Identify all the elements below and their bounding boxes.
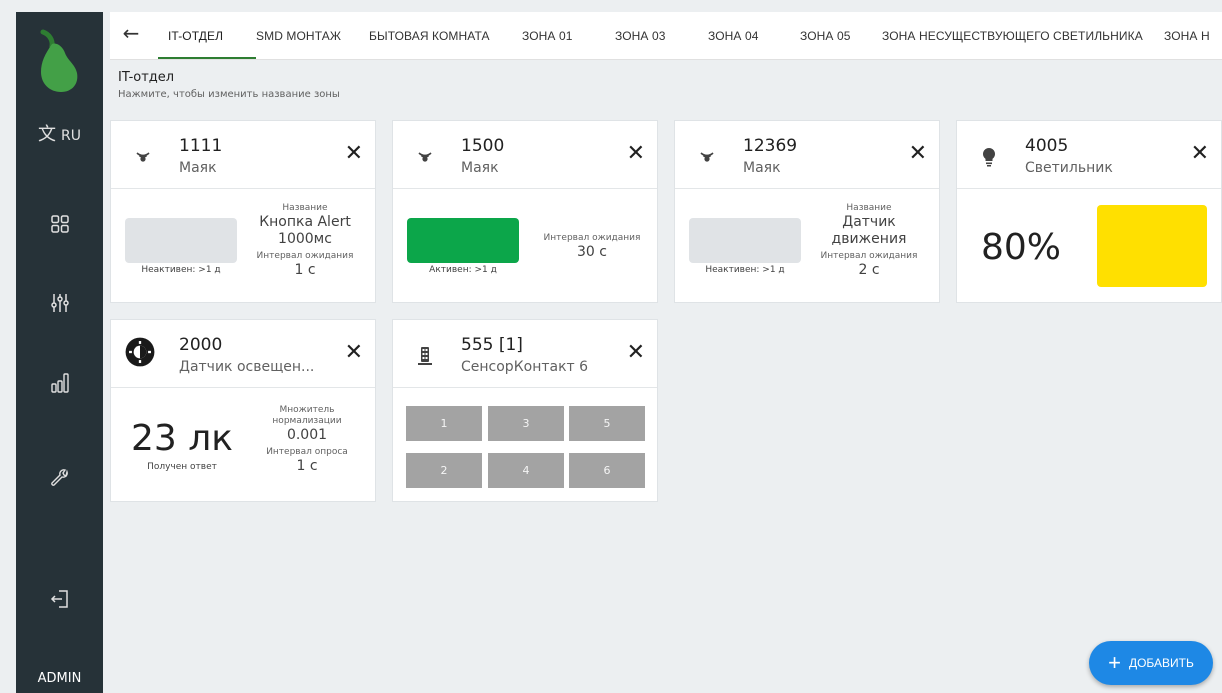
device-card-1500: 1500 Маяк ✕ Активен: >1 д Интервал ожида… xyxy=(392,120,658,303)
device-number: 2000 xyxy=(179,335,223,355)
zone-name[interactable]: IT-отдел xyxy=(118,70,340,85)
close-icon[interactable]: ✕ xyxy=(909,143,927,165)
interval-label: Интервал ожидания xyxy=(256,251,354,261)
name-label: Название xyxy=(282,203,328,213)
multiplier-label-line1: Множитель xyxy=(279,405,335,415)
interval-label: Интервал ожидания xyxy=(820,251,918,261)
light-sensor-icon xyxy=(125,337,155,367)
language-switch[interactable]: 文 RU xyxy=(16,120,103,146)
interval-value: 2 с xyxy=(858,262,880,278)
back-arrow-icon[interactable]: ← xyxy=(120,22,142,44)
beacon-icon xyxy=(136,152,150,162)
device-number: 1500 xyxy=(461,136,505,156)
interval-label: Интервал ожидания xyxy=(543,233,641,243)
params-block: Множитель нормализации 0.001 Интервал оп… xyxy=(251,405,363,475)
zone-tabs: ← IT-ОТДЕЛ SMD МОНТАЖ БЫТОВАЯ КОМНАТА ЗО… xyxy=(110,12,1222,60)
status-indicator xyxy=(689,218,801,263)
name-value-line1: Датчик xyxy=(842,214,896,230)
reply-status: Получен ответ xyxy=(147,462,217,472)
device-type: Маяк xyxy=(743,160,781,176)
add-button[interactable]: + ДОБАВИТЬ xyxy=(1089,641,1213,685)
name-value-line2: 1000мс xyxy=(278,231,332,247)
zone-header[interactable]: IT-отдел Нажмите, чтобы изменить названи… xyxy=(118,70,340,100)
sensor-button-2[interactable]: 2 xyxy=(406,453,482,488)
device-type: Датчик освещен... xyxy=(179,359,315,375)
touch-panel-icon xyxy=(418,347,432,365)
sensor-button-1[interactable]: 1 xyxy=(406,406,482,441)
multiplier-label-line2: нормализации xyxy=(272,416,342,426)
status-label: Активен: >1 д xyxy=(429,265,497,275)
pear-logo-icon xyxy=(40,29,78,92)
close-icon[interactable]: ✕ xyxy=(627,342,645,364)
tab-zona-05[interactable]: ЗОНА 05 xyxy=(800,12,851,59)
device-type: Светильник xyxy=(1025,160,1113,176)
tab-zona-n[interactable]: ЗОНА Н xyxy=(1164,12,1210,59)
close-icon[interactable]: ✕ xyxy=(345,342,363,364)
device-number: 12369 xyxy=(743,136,798,156)
poll-interval-label: Интервал опроса xyxy=(266,447,348,457)
tab-zona-01[interactable]: ЗОНА 01 xyxy=(522,12,573,59)
light-bulb-icon xyxy=(982,147,996,167)
device-card-555: 555 [1] СенсорКонтакт 6 ✕ 1 3 5 2 4 6 xyxy=(392,319,658,502)
dashboard-grid-icon[interactable] xyxy=(16,209,103,239)
status-label: Неактивен: >1 д xyxy=(705,265,785,275)
close-icon[interactable]: ✕ xyxy=(1191,143,1209,165)
device-type: Маяк xyxy=(179,160,217,176)
sensor-button-5[interactable]: 5 xyxy=(569,406,645,441)
device-card-2000: 2000 Датчик освещен... ✕ 23 лк Получен о… xyxy=(110,319,376,502)
tab-zona-03[interactable]: ЗОНА 03 xyxy=(615,12,666,59)
name-block: Название Датчик движения Интервал ожидан… xyxy=(813,203,925,279)
tab-zona-nesushchestvuyushchego[interactable]: ЗОНА НЕСУЩЕСТВУЮЩЕГО СВЕТИЛЬНИКА xyxy=(882,12,1143,59)
light-color-swatch[interactable] xyxy=(1097,205,1207,287)
plus-icon: + xyxy=(1108,650,1121,675)
device-number: 4005 xyxy=(1025,136,1069,156)
name-value-line1: Кнопка Alert xyxy=(259,214,351,230)
translate-icon: 文 xyxy=(38,124,56,145)
multiplier-value: 0.001 xyxy=(286,427,328,443)
active-tab-indicator xyxy=(158,57,256,59)
interval-value: 1 с xyxy=(294,262,316,278)
device-type: Маяк xyxy=(461,160,499,176)
sliders-icon[interactable] xyxy=(16,288,103,318)
device-card-4005: 4005 Светильник ✕ 80% xyxy=(956,120,1222,303)
sensor-button-3[interactable]: 3 xyxy=(488,406,564,441)
sensor-button-4[interactable]: 4 xyxy=(488,453,564,488)
bar-chart-icon[interactable] xyxy=(16,368,103,398)
name-value-line2: движения xyxy=(831,231,907,247)
close-icon[interactable]: ✕ xyxy=(345,143,363,165)
name-block: Название Кнопка Alert 1000мс Интервал ож… xyxy=(249,203,361,279)
user-name: ADMIN xyxy=(37,671,82,686)
name-label: Название xyxy=(846,203,892,213)
beacon-icon xyxy=(418,152,432,162)
zone-hint: Нажмите, чтобы изменить название зоны xyxy=(118,89,340,100)
tab-smd-montazh[interactable]: SMD МОНТАЖ xyxy=(256,12,341,59)
tab-zona-04[interactable]: ЗОНА 04 xyxy=(708,12,759,59)
device-type: СенсорКонтакт 6 xyxy=(461,359,589,375)
logout-icon[interactable] xyxy=(16,584,103,614)
device-number: 555 [1] xyxy=(461,335,523,355)
status-label: Неактивен: >1 д xyxy=(141,265,221,275)
lux-value: 23 лк xyxy=(130,418,233,459)
sidebar: 文 RU ADMIN xyxy=(16,12,103,693)
beacon-icon xyxy=(700,152,714,162)
tab-bytovaya-komnata[interactable]: БЫТОВАЯ КОМНАТА xyxy=(369,12,490,59)
wrench-icon[interactable] xyxy=(16,464,103,494)
status-indicator xyxy=(407,218,519,263)
interval-value: 30 с xyxy=(577,244,607,260)
device-card-1111: 1111 Маяк ✕ Неактивен: >1 д Название Кно… xyxy=(110,120,376,303)
close-icon[interactable]: ✕ xyxy=(627,143,645,165)
device-number: 1111 xyxy=(179,136,223,156)
device-card-12369: 12369 Маяк ✕ Неактивен: >1 д Название Да… xyxy=(674,120,940,303)
tab-it-otdel[interactable]: IT-ОТДЕЛ xyxy=(168,12,223,59)
status-indicator xyxy=(125,218,237,263)
sensor-button-6[interactable]: 6 xyxy=(569,453,645,488)
interval-block: Интервал ожидания 30 с xyxy=(531,233,653,261)
light-level: 80% xyxy=(981,227,1062,268)
poll-interval-value: 1 с xyxy=(296,458,318,474)
